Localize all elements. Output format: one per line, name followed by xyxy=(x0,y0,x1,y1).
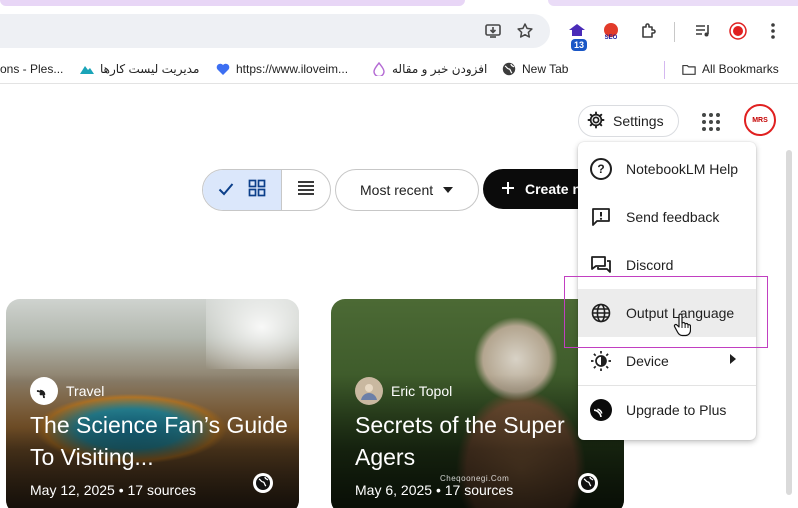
notebook-card[interactable]: Travel The Science Fan’s Guide To Visiti… xyxy=(6,299,299,508)
settings-menu: ? NotebookLM Help Send feedback Discord … xyxy=(578,142,756,440)
avatar-text: MRS xyxy=(752,116,768,124)
hand-cursor-icon xyxy=(673,313,692,337)
card-meta: May 12, 2025 • 17 sources xyxy=(30,482,196,498)
menu-kebab-icon[interactable] xyxy=(762,20,784,42)
scrollbar[interactable] xyxy=(786,150,792,495)
bookmarks-bar: ons - Ples... مدیریت لیست کارها https://… xyxy=(0,54,798,84)
globe-icon xyxy=(590,302,612,324)
star-icon[interactable] xyxy=(516,22,534,40)
screen: 13 SEO ons - Ples... مدیریت لیست کارها h… xyxy=(0,0,798,508)
card-source-label: Eric Topol xyxy=(391,383,453,399)
bookmark-item[interactable]: مدیریت لیست کارها xyxy=(80,61,199,77)
list-view-toggle[interactable] xyxy=(282,170,330,210)
bookmark-item[interactable]: New Tab xyxy=(502,61,568,77)
settings-label: Settings xyxy=(613,113,664,129)
podcast-icon xyxy=(30,377,58,405)
create-label: Create n xyxy=(525,181,582,197)
tab-strip xyxy=(0,0,798,8)
avatar[interactable]: MRS xyxy=(744,104,776,136)
card-meta: May 6, 2025 • 17 sources xyxy=(355,482,514,498)
menu-item-output-language[interactable]: Output Language xyxy=(578,289,756,337)
bookmark-label: https://www.iloveim... xyxy=(236,62,349,76)
globe-icon xyxy=(502,62,516,76)
menu-item-device[interactable]: Device xyxy=(578,337,756,385)
card-source: Travel xyxy=(30,377,104,405)
settings-button[interactable]: Settings xyxy=(578,105,679,137)
list-icon xyxy=(297,180,315,201)
media-queue-icon[interactable] xyxy=(692,20,714,42)
puzzle-icon[interactable] xyxy=(638,20,660,42)
grid-view-toggle[interactable] xyxy=(203,170,282,210)
feedback-icon xyxy=(590,206,612,228)
plus-icon xyxy=(501,181,515,198)
menu-item-label: Upgrade to Plus xyxy=(626,402,727,418)
menu-item-upgrade[interactable]: Upgrade to Plus xyxy=(578,386,756,434)
grid-icon xyxy=(248,179,266,202)
menu-item-label: Device xyxy=(626,353,669,369)
view-toggle xyxy=(202,169,331,211)
bookmark-item[interactable]: افزودن خبر و مقاله xyxy=(372,61,487,77)
public-globe-icon xyxy=(578,473,598,493)
mountain-icon xyxy=(80,62,94,76)
menu-item-label: Send feedback xyxy=(626,209,720,225)
public-globe-icon xyxy=(253,473,273,493)
all-bookmarks-label: All Bookmarks xyxy=(702,62,779,76)
tab-inactive[interactable] xyxy=(548,0,798,6)
heart-icon xyxy=(216,62,230,76)
watermark: Cheqoonegi.Com xyxy=(440,474,510,483)
profile-icon[interactable] xyxy=(727,20,749,42)
apps-grid-icon[interactable] xyxy=(700,111,722,133)
menu-item-feedback[interactable]: Send feedback xyxy=(578,193,756,241)
menu-item-label: NotebookLM Help xyxy=(626,161,739,177)
bookmark-label: ons - Ples... xyxy=(0,62,64,76)
svg-text:SEO: SEO xyxy=(605,35,618,41)
bookmarks-divider xyxy=(664,61,665,79)
menu-item-discord[interactable]: Discord xyxy=(578,241,756,289)
author-avatar xyxy=(355,377,383,405)
bookmark-label: افزودن خبر و مقاله xyxy=(392,62,488,76)
all-bookmarks-button[interactable]: All Bookmarks xyxy=(682,61,779,77)
card-source-label: Travel xyxy=(66,383,105,399)
sort-dropdown[interactable]: Most recent xyxy=(335,169,479,211)
install-icon[interactable] xyxy=(484,22,502,40)
help-icon: ? xyxy=(590,158,612,180)
check-icon xyxy=(218,180,234,201)
omnibox[interactable] xyxy=(0,14,550,48)
plus-icon xyxy=(590,399,612,421)
menu-item-label: Discord xyxy=(626,257,674,273)
caret-down-icon xyxy=(443,185,454,196)
bookmark-label: مدیریت لیست کارها xyxy=(100,62,200,76)
extension-badge: 13 xyxy=(571,39,588,51)
toolbar-divider xyxy=(674,22,675,42)
card-title: The Science Fan’s Guide To Visiting... xyxy=(30,412,288,470)
bookmark-item[interactable]: https://www.iloveim... xyxy=(216,61,348,77)
address-row: 13 SEO xyxy=(0,8,798,54)
tab-active[interactable] xyxy=(0,0,465,6)
card-title: Secrets of the Super Agers xyxy=(355,412,565,470)
gear-icon xyxy=(587,111,605,132)
discord-icon xyxy=(590,254,612,276)
bookmark-item[interactable]: ons - Ples... xyxy=(0,61,63,77)
sort-label: Most recent xyxy=(360,182,434,198)
folder-icon xyxy=(682,62,696,76)
seo-icon[interactable]: SEO xyxy=(600,20,622,42)
chevron-right-icon xyxy=(730,354,736,366)
drop-icon xyxy=(372,62,386,76)
menu-item-help[interactable]: ? NotebookLM Help xyxy=(578,145,756,193)
card-source: Eric Topol xyxy=(355,377,452,405)
bookmark-label: New Tab xyxy=(522,62,569,76)
brightness-icon xyxy=(590,350,612,372)
